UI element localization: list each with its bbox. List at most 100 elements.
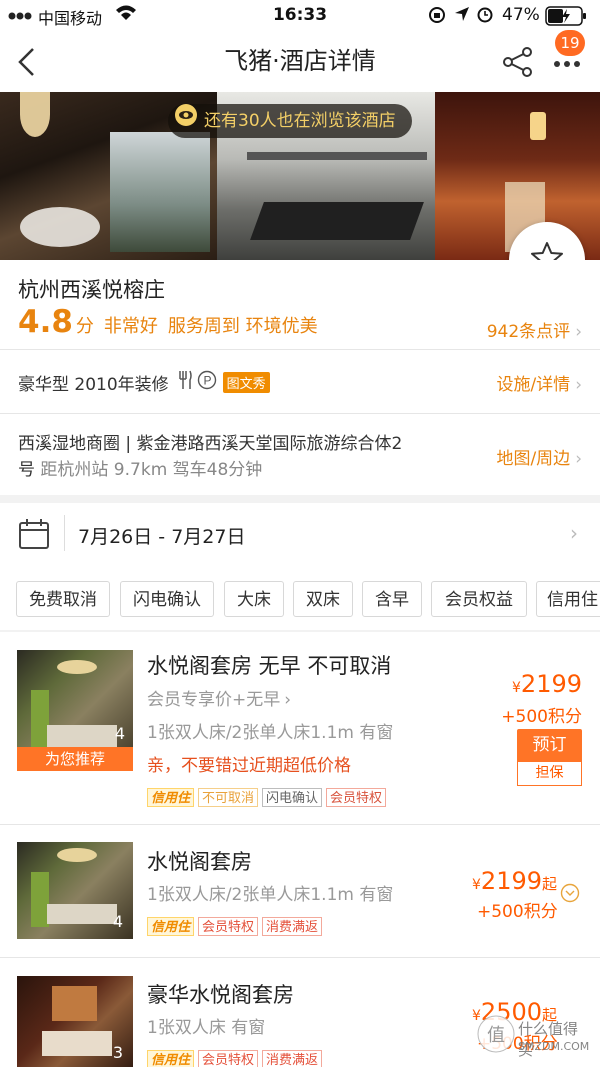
- battery-icon: [545, 6, 589, 30]
- nav-bar: 飞猪·酒店详情 19: [0, 30, 600, 92]
- recommend-badge: 为您推荐: [17, 747, 133, 771]
- tag-member-privilege: 会员特权: [326, 788, 387, 807]
- room-name: 水悦阁套房: [147, 850, 252, 874]
- chevron-right-icon[interactable]: ›: [570, 521, 578, 545]
- watermark: 值 什么值得买 SMZDM.COM: [472, 1008, 592, 1062]
- photo-count: 3: [112, 1043, 123, 1062]
- guarantee-label: 担保: [517, 761, 582, 786]
- points: +500积分: [501, 707, 582, 727]
- room-tags: 信用住 会员特权 消费满返: [147, 1049, 326, 1067]
- hotel-info-panel: 杭州西溪悦榕庄 4.8 分 非常好 服务周到 环境优美 942条点评 › 豪华型 …: [0, 260, 600, 495]
- review-count: 942条点评: [486, 322, 571, 342]
- message-count-badge: 19: [555, 30, 585, 56]
- chevron-right-icon: ›: [575, 375, 582, 395]
- chevron-right-icon: ›: [575, 449, 582, 469]
- tag-credit-stay: 信用住: [147, 788, 195, 807]
- tag-member-privilege: 会员特权: [198, 917, 259, 936]
- room-price: ¥2199起: [472, 867, 557, 895]
- restaurant-icon: [177, 370, 193, 395]
- browsing-text: 还有30人也在浏览该酒店: [204, 111, 396, 131]
- address-block[interactable]: 西溪湿地商圈 | 紫金港路西溪天堂国际旅游综合体2 号 距杭州站 9.7km 驾…: [18, 431, 468, 483]
- rating-desc: 非常好: [103, 316, 158, 337]
- bed-info: 1张双人床 有窗: [147, 1018, 266, 1038]
- filter-chip[interactable]: 会员权益: [431, 581, 527, 617]
- room-tags: 信用住 会员特权 消费满返: [147, 916, 326, 936]
- watermark-logo: 值: [476, 1014, 516, 1058]
- tag-instant-confirm: 闪电确认: [262, 788, 323, 807]
- photo-count: 4: [112, 912, 123, 931]
- svg-text:P: P: [203, 374, 211, 388]
- book-button[interactable]: 预订: [517, 729, 582, 761]
- bed-info: 1张双人床/2张单人床1.1m 有窗: [147, 885, 394, 905]
- room-photo[interactable]: 4 为您推荐: [17, 650, 133, 771]
- price-value: 2199: [520, 670, 582, 698]
- rating-row[interactable]: 4.8 分 非常好 服务周到 环境优美: [18, 304, 318, 340]
- eye-icon: [174, 103, 198, 139]
- tag-credit-stay: 信用住: [147, 917, 195, 936]
- price-block: ¥2199: [512, 670, 582, 698]
- facility-detail-link[interactable]: 设施/详情 ›: [496, 370, 582, 395]
- divider: [0, 413, 600, 414]
- review-count-link[interactable]: 942条点评 ›: [487, 317, 582, 342]
- tag-member-privilege: 会员特权: [198, 1050, 259, 1067]
- chevron-right-icon: ›: [575, 322, 582, 342]
- filter-chip[interactable]: 双床: [293, 581, 353, 617]
- rating-highlights: 服务周到 环境优美: [167, 316, 318, 337]
- more-icon[interactable]: [552, 54, 582, 73]
- map-link[interactable]: 地图/周边 ›: [496, 444, 582, 469]
- bed-info: 1张双人床/2张单人床1.1m 有窗: [147, 723, 394, 743]
- rating-score: 4.8: [18, 304, 73, 340]
- member-price-label: 会员专享价+无早: [147, 690, 281, 710]
- photo-count: 4: [114, 724, 125, 743]
- currency-symbol: ¥: [472, 877, 481, 893]
- room-name: 豪华水悦阁套房: [147, 983, 294, 1007]
- filter-chip[interactable]: 信用住: [536, 581, 600, 617]
- expand-icon[interactable]: [560, 883, 580, 907]
- facility-text: 豪华型 2010年装修: [18, 375, 169, 395]
- room-card[interactable]: 4 水悦阁套房 1张双人床/2张单人床1.1m 有窗 信用住 会员特权 消费满返 ¥…: [0, 825, 600, 957]
- room-price: ¥2199: [512, 670, 582, 698]
- facility-row[interactable]: 豪华型 2010年装修 P 图文秀: [18, 370, 270, 395]
- distance-text: 距杭州站 9.7km 驾车48分钟: [40, 460, 263, 480]
- member-price-line[interactable]: 会员专享价+无早 ›: [147, 685, 291, 710]
- filter-chip[interactable]: 大床: [224, 581, 284, 617]
- room-photo[interactable]: 3: [17, 976, 133, 1067]
- tag-non-refundable: 不可取消: [198, 788, 259, 807]
- back-icon[interactable]: [16, 47, 38, 81]
- filter-chip[interactable]: 含早: [362, 581, 422, 617]
- share-icon[interactable]: [502, 46, 534, 82]
- address-line: 西溪湿地商圈 | 紫金港路西溪天堂国际旅游综合体2: [18, 434, 403, 454]
- hotel-name: 杭州西溪悦榕庄: [18, 278, 165, 302]
- points: +500积分: [477, 902, 558, 922]
- rating-unit: 分: [75, 316, 94, 337]
- status-bar: 中国移动 16:33 47%: [0, 0, 600, 32]
- room-tags: 信用住 不可取消 闪电确认 会员特权: [147, 787, 390, 807]
- tag-cashback: 消费满返: [262, 1050, 323, 1067]
- divider: [64, 515, 65, 551]
- room-card[interactable]: 4 为您推荐 水悦阁套房 无早 不可取消 会员专享价+无早 › 1张双人床/2张单…: [0, 632, 600, 824]
- tag-credit-stay: 信用住: [147, 1050, 195, 1067]
- calendar-icon: [18, 518, 50, 554]
- filter-chip[interactable]: 免费取消: [16, 581, 110, 617]
- price-suffix: 起: [542, 875, 558, 893]
- tag-cashback: 消费满返: [262, 917, 323, 936]
- facility-link-label: 设施/详情: [496, 375, 571, 395]
- filter-chip[interactable]: 闪电确认: [120, 581, 214, 617]
- divider: [0, 349, 600, 350]
- watermark-site: SMZDM.COM: [518, 1040, 590, 1053]
- watermark-text: 什么值得买: [518, 1020, 579, 1059]
- room-name: 水悦阁套房 无早 不可取消: [147, 654, 392, 678]
- parking-icon: P: [197, 370, 217, 395]
- svg-text:值: 值: [487, 1025, 505, 1046]
- alarm-icon: [476, 5, 494, 27]
- picture-show-badge: 图文秀: [222, 372, 270, 393]
- map-link-label: 地图/周边: [496, 449, 571, 469]
- price-value: 2199: [480, 867, 542, 895]
- date-range[interactable]: 7月26日 - 7月27日: [78, 522, 245, 549]
- price-block: ¥2199起: [472, 867, 557, 895]
- currency-symbol: ¥: [512, 680, 521, 696]
- location-arrow-icon: [454, 6, 470, 26]
- browsing-banner: 还有30人也在浏览该酒店: [168, 104, 412, 138]
- room-photo[interactable]: 4: [17, 842, 133, 939]
- address-suffix: 号: [18, 460, 35, 480]
